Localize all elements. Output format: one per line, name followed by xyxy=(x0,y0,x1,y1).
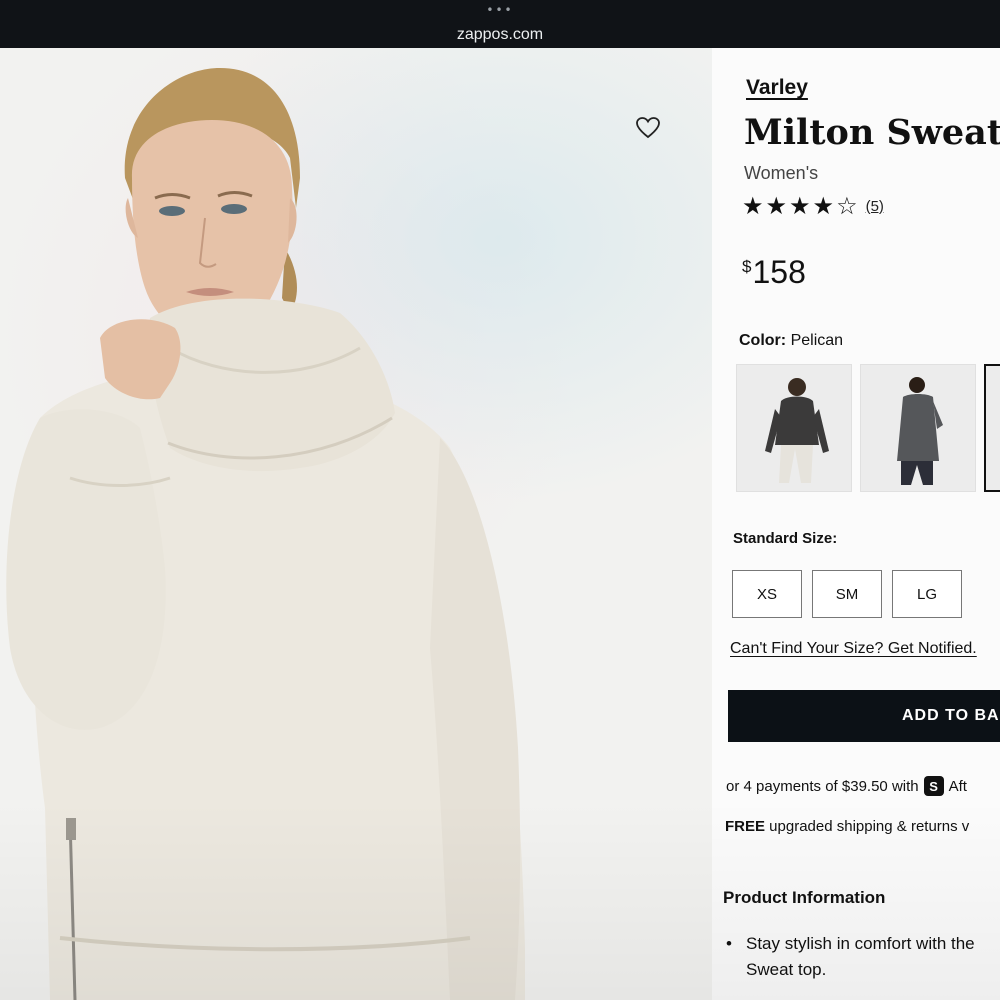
shipping-text: upgraded shipping & returns v xyxy=(765,818,970,835)
add-to-bag-button[interactable]: ADD TO BA xyxy=(728,690,1000,742)
bullet-text-line-1: Stay stylish in comfort with the xyxy=(746,934,975,953)
color-selector-label: Color: Pelican xyxy=(739,332,843,350)
price-amount: 158 xyxy=(752,254,806,290)
model-illustration xyxy=(6,68,526,1000)
color-label: Color: xyxy=(739,332,787,349)
payment-provider-icon: S xyxy=(923,776,944,796)
installment-info: or 4 payments of $39.50 with S Aft xyxy=(726,776,967,796)
swatch-model-image xyxy=(897,377,943,485)
tab-dots-icon[interactable]: ••• xyxy=(0,3,1000,17)
size-sm-button[interactable]: SM xyxy=(812,570,882,618)
product-gender: Women's xyxy=(744,163,819,183)
bullet-marker: • xyxy=(726,934,732,953)
product-price: $ 158 xyxy=(742,254,806,291)
size-label: Standard Size: xyxy=(733,530,838,547)
price-currency: $ xyxy=(742,257,752,276)
size-options: XS SM LG xyxy=(732,570,962,618)
swatch-model-image xyxy=(765,378,829,483)
heart-icon xyxy=(636,117,660,139)
rating-stars[interactable]: ★ ★ ★ ★ ☆ (5) xyxy=(742,194,884,218)
brand-link[interactable]: Varley xyxy=(746,76,808,100)
star-filled-icon: ★ xyxy=(742,192,764,220)
review-count-link[interactable]: (5) xyxy=(866,198,884,215)
swatch-dark-charcoal[interactable] xyxy=(736,364,852,492)
product-info-panel: Varley Milton Sweat Women's ★ ★ ★ ★ ☆ (5) $ 1… xyxy=(712,48,1000,1000)
size-lg-button[interactable]: LG xyxy=(892,570,962,618)
payment-provider-name[interactable]: Aft xyxy=(949,778,967,795)
product-image[interactable] xyxy=(0,48,712,1000)
browser-topbar: ••• zappos.com xyxy=(0,0,1000,48)
installment-text: or 4 payments of $39.50 with xyxy=(726,777,919,795)
star-empty-icon: ☆ xyxy=(836,192,858,220)
swatch-selected-pelican[interactable] xyxy=(984,364,1000,492)
product-title: Milton Sweat xyxy=(744,112,1000,153)
product-page: Varley Milton Sweat Women's ★ ★ ★ ★ ☆ (5) $ 1… xyxy=(0,48,1000,1000)
color-value: Pelican xyxy=(790,332,844,349)
star-filled-icon: ★ xyxy=(789,192,811,220)
color-swatches xyxy=(736,364,1000,492)
star-filled-icon: ★ xyxy=(812,192,835,220)
swatch-slate-gray[interactable] xyxy=(860,364,976,492)
shipping-info: FREE upgraded shipping & returns v xyxy=(725,818,969,835)
star-filled-icon: ★ xyxy=(765,192,788,220)
product-information-heading: Product Information xyxy=(723,888,886,907)
shipping-free-label: FREE xyxy=(725,818,766,835)
size-xs-button[interactable]: XS xyxy=(732,570,802,618)
size-notify-link[interactable]: Can't Find Your Size? Get Notified. xyxy=(730,640,977,658)
address-bar-url[interactable]: zappos.com xyxy=(0,26,1000,44)
favorite-button[interactable] xyxy=(632,112,664,144)
bullet-text-line-2: Sweat top. xyxy=(746,960,827,979)
